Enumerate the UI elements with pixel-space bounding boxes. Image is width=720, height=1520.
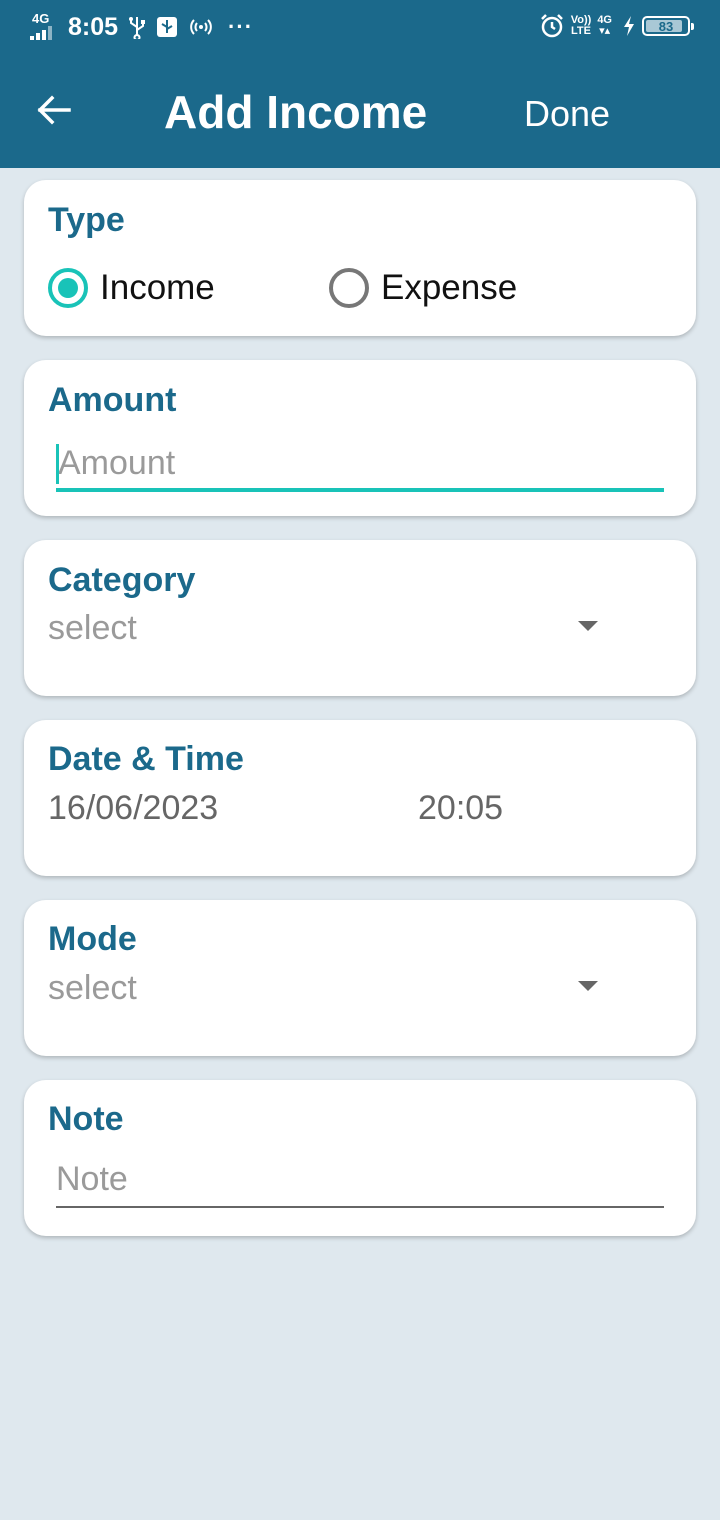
text-cursor	[56, 444, 59, 484]
amount-label: Amount	[48, 381, 177, 419]
data-arrows-icon: ▾▴	[599, 25, 611, 37]
income-radio-option[interactable]: Income	[48, 264, 215, 312]
expense-radio-label: Expense	[381, 268, 518, 307]
type-card: Type Income Expense	[24, 180, 696, 336]
income-radio-label: Income	[100, 268, 215, 307]
category-dropdown-icon[interactable]	[578, 621, 598, 631]
note-card: Note Note	[24, 1080, 696, 1236]
amount-input[interactable]: Amount	[56, 436, 664, 492]
mode-select-value[interactable]: select	[48, 967, 137, 1009]
more-notifications-icon: ···	[228, 14, 254, 39]
page-title: Add Income	[164, 86, 428, 138]
status-time: 8:05	[68, 13, 119, 41]
mode-dropdown-icon[interactable]	[578, 981, 598, 991]
expense-radio-option[interactable]: Expense	[329, 264, 517, 312]
datetime-label: Date & Time	[48, 740, 244, 778]
note-placeholder: Note	[56, 1160, 128, 1198]
network-type-label: 4G	[32, 11, 50, 26]
signal-icon: 4G	[30, 12, 60, 42]
usb-icon	[128, 15, 146, 39]
data-indicator: 4G ▾▴	[597, 15, 612, 37]
alarm-icon	[539, 13, 565, 39]
note-underline	[56, 1206, 664, 1208]
status-bar: 4G 8:05 ··· Vo)) LTE 4G ▾▴ 83	[0, 0, 720, 56]
time-value[interactable]: 20:05	[418, 787, 503, 829]
back-button[interactable]	[30, 86, 78, 134]
category-card: Category select	[24, 540, 696, 696]
battery-level: 83	[658, 18, 674, 34]
volte-indicator: Vo)) LTE	[571, 15, 592, 37]
type-label: Type	[48, 201, 125, 239]
usb-debug-icon	[156, 16, 178, 38]
battery-icon: 83	[642, 16, 694, 36]
charging-icon	[622, 15, 636, 37]
done-button[interactable]: Done	[524, 90, 610, 138]
hotspot-icon	[188, 16, 214, 38]
amount-underline	[56, 488, 664, 492]
volte-bottom-label: LTE	[571, 25, 591, 37]
category-label: Category	[48, 561, 196, 599]
type-radio-group: Income Expense	[48, 264, 668, 312]
datetime-card: Date & Time 16/06/2023 20:05	[24, 720, 696, 876]
category-select-value[interactable]: select	[48, 607, 137, 649]
note-label: Note	[48, 1100, 124, 1138]
app-bar: Add Income Done	[0, 56, 720, 168]
back-arrow-icon	[37, 95, 71, 125]
amount-card: Amount Amount	[24, 360, 696, 516]
note-input[interactable]: Note	[56, 1152, 664, 1208]
income-radio-button[interactable]	[48, 268, 88, 308]
date-value[interactable]: 16/06/2023	[48, 787, 218, 829]
expense-radio-button[interactable]	[329, 268, 369, 308]
mode-card: Mode select	[24, 900, 696, 1056]
amount-placeholder: Amount	[58, 444, 176, 482]
mode-label: Mode	[48, 920, 137, 958]
